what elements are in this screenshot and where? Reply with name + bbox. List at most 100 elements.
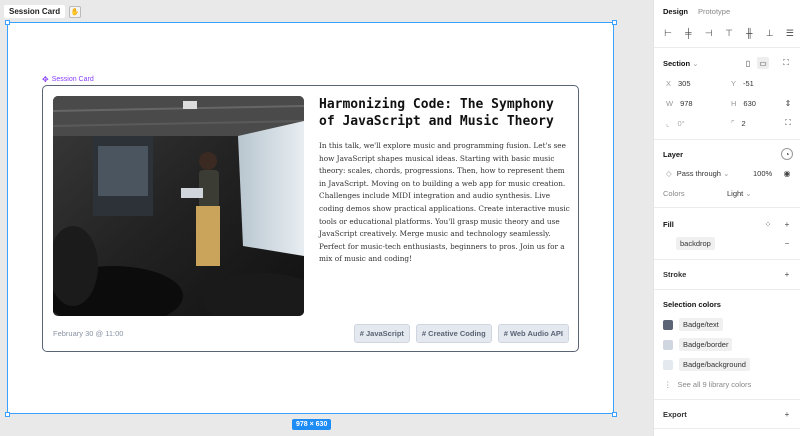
w-field[interactable]: W 978 (666, 99, 693, 108)
selection-color-item[interactable]: Badge/border (663, 338, 733, 351)
colors-label: Colors (663, 189, 685, 198)
w-value: 978 (680, 99, 693, 108)
section-heading[interactable]: Section ⌄ (663, 59, 698, 68)
colors-mode-value: Light (727, 189, 744, 198)
speaker-photo (53, 96, 304, 316)
add-fill-icon[interactable]: + (781, 218, 793, 230)
rotation-icon: ⌞ (666, 119, 670, 128)
see-all-colors-link[interactable]: ⋮ See all 9 library colors (664, 380, 751, 389)
tag-list: # JavaScript # Creative Coding # Web Aud… (353, 324, 569, 343)
chevron-down-icon: ⌄ (692, 59, 699, 68)
x-label: X (666, 79, 672, 88)
drop-icon: ◇ (666, 169, 672, 178)
color-swatch[interactable] (663, 340, 673, 351)
tag-badge[interactable]: # Creative Coding (415, 324, 492, 343)
see-all-label: See all 9 library colors (677, 380, 752, 389)
section-title: Section (663, 59, 691, 68)
resize-handle-tl[interactable] (5, 20, 10, 25)
tab-design[interactable]: Design (663, 7, 688, 16)
selection-color-item[interactable]: Badge/text (663, 318, 723, 331)
corner-radius-icon: ⌜ (731, 119, 735, 128)
w-label: W (666, 99, 674, 108)
styles-grid-icon[interactable]: ⁘ (762, 218, 774, 230)
color-label: Badge/text (679, 318, 723, 331)
layer-title: Layer (663, 150, 684, 159)
chevron-down-icon: ⌄ (723, 169, 730, 178)
resize-handle-br[interactable] (612, 412, 617, 417)
properties-panel: Design Prototype ⊢ ╪ ⊣ ⊤ ╫ ⊥ ☰ Section ⌄… (653, 0, 800, 436)
align-top-icon[interactable]: ⊤ (723, 27, 735, 39)
hand-icon[interactable]: ✋ (69, 5, 82, 18)
constrain-icon[interactable]: ⇕ (782, 97, 794, 109)
distribute-icon[interactable]: ☰ (784, 27, 796, 39)
canvas[interactable]: Session Card ✋ ✥ Session Card Harmonizin… (0, 0, 653, 436)
divider (654, 399, 800, 400)
align-bottom-icon[interactable]: ⊥ (764, 27, 776, 39)
component-icon: ✥ (42, 75, 49, 84)
colors-mode[interactable]: Light ⌄ (727, 189, 752, 198)
blend-mode-value: Pass through (676, 169, 721, 178)
figma-editor: Session Card ✋ ✥ Session Card Harmonizin… (0, 0, 800, 436)
component-label[interactable]: ✥ Session Card (42, 75, 94, 84)
tag-badge[interactable]: # Web Audio API (497, 324, 569, 343)
y-value: -51 (743, 79, 754, 88)
layer-options-icon[interactable]: ◔ (781, 148, 793, 160)
landscape-icon[interactable]: ▭ (757, 57, 769, 69)
y-field[interactable]: Y -51 (731, 79, 754, 88)
frame-tag[interactable]: Session Card ✋ (4, 4, 82, 19)
fill-style-name: backdrop (676, 237, 715, 250)
x-field[interactable]: X 305 (666, 79, 691, 88)
tab-prototype[interactable]: Prototype (698, 7, 730, 16)
align-center-v-icon[interactable]: ╫ (743, 27, 755, 39)
rotation-value: 0° (677, 119, 685, 128)
align-center-h-icon[interactable]: ╪ (682, 27, 694, 39)
divider (654, 47, 800, 48)
color-label: Badge/border (679, 338, 733, 351)
h-field[interactable]: H 630 (731, 99, 756, 108)
stroke-title: Stroke (663, 270, 687, 279)
divider (654, 428, 800, 429)
divider (654, 289, 800, 290)
color-swatch[interactable] (663, 360, 673, 371)
resize-handle-tr[interactable] (612, 20, 617, 25)
remove-fill-icon[interactable]: − (781, 237, 793, 249)
fill-style[interactable]: backdrop (676, 237, 715, 250)
component-name: Session Card (51, 76, 94, 83)
color-swatch[interactable] (663, 320, 673, 331)
tag-badge[interactable]: # JavaScript (353, 324, 410, 343)
align-right-icon[interactable]: ⊣ (703, 27, 715, 39)
session-description: In this talk, we'll explore music and pr… (319, 141, 570, 264)
session-date: February 30 @ 11:00 (53, 329, 124, 338)
divider (654, 259, 800, 260)
divider (654, 139, 800, 140)
h-label: H (731, 99, 737, 108)
eye-icon[interactable]: ◉ (781, 167, 793, 179)
session-card[interactable]: Harmonizing Code: The Symphony of JavaSc… (42, 85, 579, 352)
resize-handle-bl[interactable] (5, 412, 10, 417)
fit-icon[interactable]: ⛶ (780, 57, 792, 69)
expand-corners-icon[interactable]: ⛶ (782, 117, 794, 129)
add-stroke-icon[interactable]: + (781, 268, 793, 280)
panel-tabs: Design Prototype (663, 7, 730, 16)
opacity-field[interactable]: 100% (753, 169, 772, 178)
portrait-icon[interactable]: ▯ (742, 57, 754, 69)
corner-value: 2 (741, 119, 746, 128)
more-icon: ⋮ (664, 380, 672, 389)
add-export-icon[interactable]: + (781, 408, 793, 420)
x-value: 305 (678, 79, 691, 88)
fill-title: Fill (663, 220, 674, 229)
h-value: 630 (743, 99, 756, 108)
y-label: Y (731, 79, 737, 88)
session-title: Harmonizing Code: The Symphony of JavaSc… (319, 97, 554, 129)
blend-mode-field[interactable]: ◇ Pass through ⌄ (666, 169, 729, 178)
selection-color-item[interactable]: Badge/background (663, 358, 750, 371)
divider (654, 207, 800, 208)
selection-colors-title: Selection colors (663, 300, 721, 309)
color-label: Badge/background (679, 358, 750, 371)
rotation-field[interactable]: ⌞ 0° (666, 119, 685, 128)
chevron-down-icon: ⌄ (745, 189, 752, 198)
align-left-icon[interactable]: ⊢ (662, 27, 674, 39)
frame-name[interactable]: Session Card (4, 5, 66, 18)
corner-field[interactable]: ⌜ 2 (731, 119, 746, 128)
export-title: Export (663, 410, 687, 419)
